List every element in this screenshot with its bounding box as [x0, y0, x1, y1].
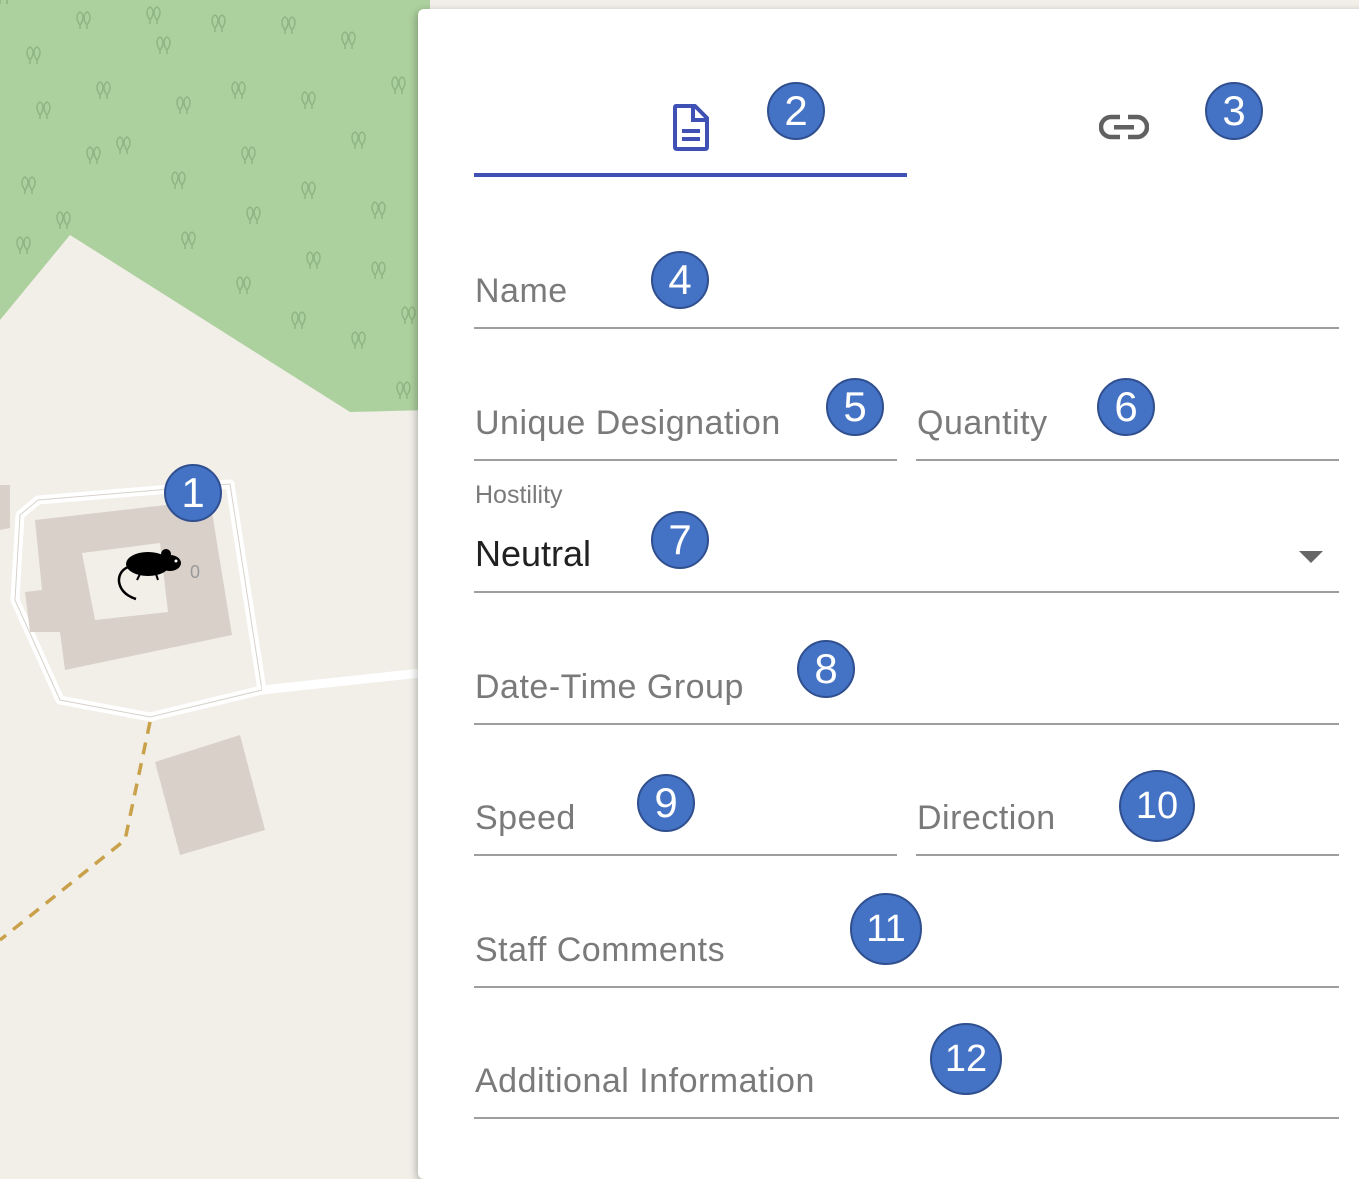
callout-badge: 11: [850, 893, 922, 965]
callout-badge: 1: [164, 464, 222, 522]
additional-information-label: Additional Information: [475, 1062, 815, 1100]
active-tab-indicator: [474, 173, 907, 177]
direction-label: Direction: [917, 799, 1056, 837]
hostility-label: Hostility: [475, 481, 563, 509]
link-icon: [1098, 114, 1149, 140]
tab-links[interactable]: [907, 75, 1340, 179]
speed-label: Speed: [475, 799, 576, 837]
date-time-group-field[interactable]: Date-Time Group: [474, 645, 1339, 725]
callout-badge: 9: [637, 774, 695, 832]
name-field[interactable]: Name: [474, 249, 1339, 329]
callout-badge: 12: [930, 1023, 1002, 1095]
date-time-group-label: Date-Time Group: [475, 668, 744, 706]
callout-badge: 2: [767, 82, 825, 140]
building-edge: [0, 485, 10, 530]
callout-badge: 7: [651, 511, 709, 569]
hostility-select[interactable]: Hostility Neutral: [474, 479, 1339, 593]
hostility-value: Neutral: [475, 533, 592, 574]
feature-properties-panel: Name Unique Designation Quantity Hostili…: [418, 9, 1359, 1179]
unique-designation-label: Unique Designation: [475, 404, 781, 442]
name-label: Name: [475, 272, 568, 310]
document-icon: [672, 104, 709, 151]
callout-badge: 3: [1205, 82, 1263, 140]
tab-details[interactable]: [474, 75, 907, 179]
dropdown-arrow-icon[interactable]: [1299, 551, 1323, 563]
callout-badge: 5: [826, 378, 884, 436]
staff-comments-label: Staff Comments: [475, 931, 726, 969]
callout-badge: 8: [797, 640, 855, 698]
quantity-label: Quantity: [917, 404, 1048, 442]
callout-badge: 6: [1097, 378, 1155, 436]
callout-badge: 4: [651, 251, 709, 309]
callout-badge: 10: [1119, 770, 1195, 842]
marker-label: 0: [190, 562, 200, 582]
additional-information-field[interactable]: Additional Information: [474, 1039, 1339, 1119]
